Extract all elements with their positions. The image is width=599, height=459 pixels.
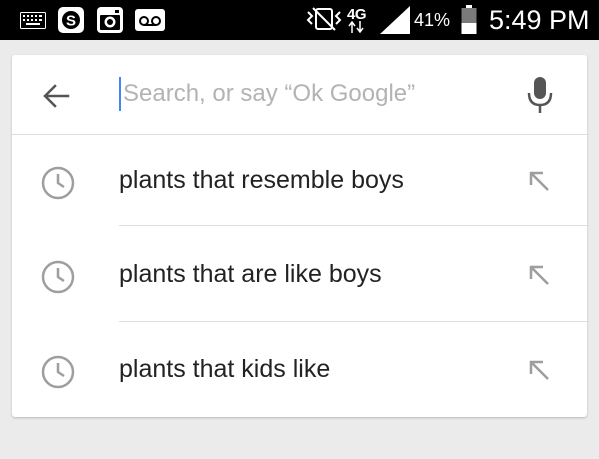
- history-clock-icon: [41, 260, 75, 294]
- suggestion-item[interactable]: plants that are like boys: [12, 229, 587, 323]
- vibrate-icon: [306, 7, 342, 31]
- battery-icon: [461, 5, 477, 34]
- fill-query-arrow-icon[interactable]: [525, 261, 553, 289]
- suggestion-text: plants that kids like: [119, 355, 331, 383]
- fill-query-arrow-icon[interactable]: [525, 167, 553, 195]
- back-arrow-icon[interactable]: [40, 79, 74, 113]
- voicemail-icon: [135, 9, 165, 31]
- history-clock-icon: [41, 166, 75, 200]
- suggestion-text: plants that are like boys: [119, 260, 382, 288]
- instagram-icon: [97, 7, 123, 33]
- suggestion-item[interactable]: plants that resemble boys: [12, 135, 587, 229]
- status-bar: S 4G 41% 5:49 PM: [0, 0, 599, 40]
- data-arrows-icon: [348, 21, 364, 33]
- suggestion-item[interactable]: plants that kids like: [12, 324, 587, 418]
- svg-text:S: S: [66, 13, 76, 30]
- battery-percent: 41%: [414, 10, 451, 30]
- search-input[interactable]: [119, 77, 503, 111]
- divider: [119, 321, 587, 322]
- history-clock-icon: [41, 355, 75, 389]
- search-card: plants that resemble boys plants that ar…: [12, 55, 587, 417]
- signal-icon: [380, 6, 410, 34]
- skype-icon: S: [58, 7, 84, 33]
- microphone-icon[interactable]: [522, 75, 558, 115]
- suggestion-text: plants that resemble boys: [119, 166, 404, 194]
- keyboard-icon: [20, 12, 46, 29]
- divider: [119, 225, 587, 226]
- fill-query-arrow-icon[interactable]: [525, 356, 553, 384]
- clock-time: 5:49 PM: [489, 5, 590, 35]
- search-bar: [12, 55, 587, 135]
